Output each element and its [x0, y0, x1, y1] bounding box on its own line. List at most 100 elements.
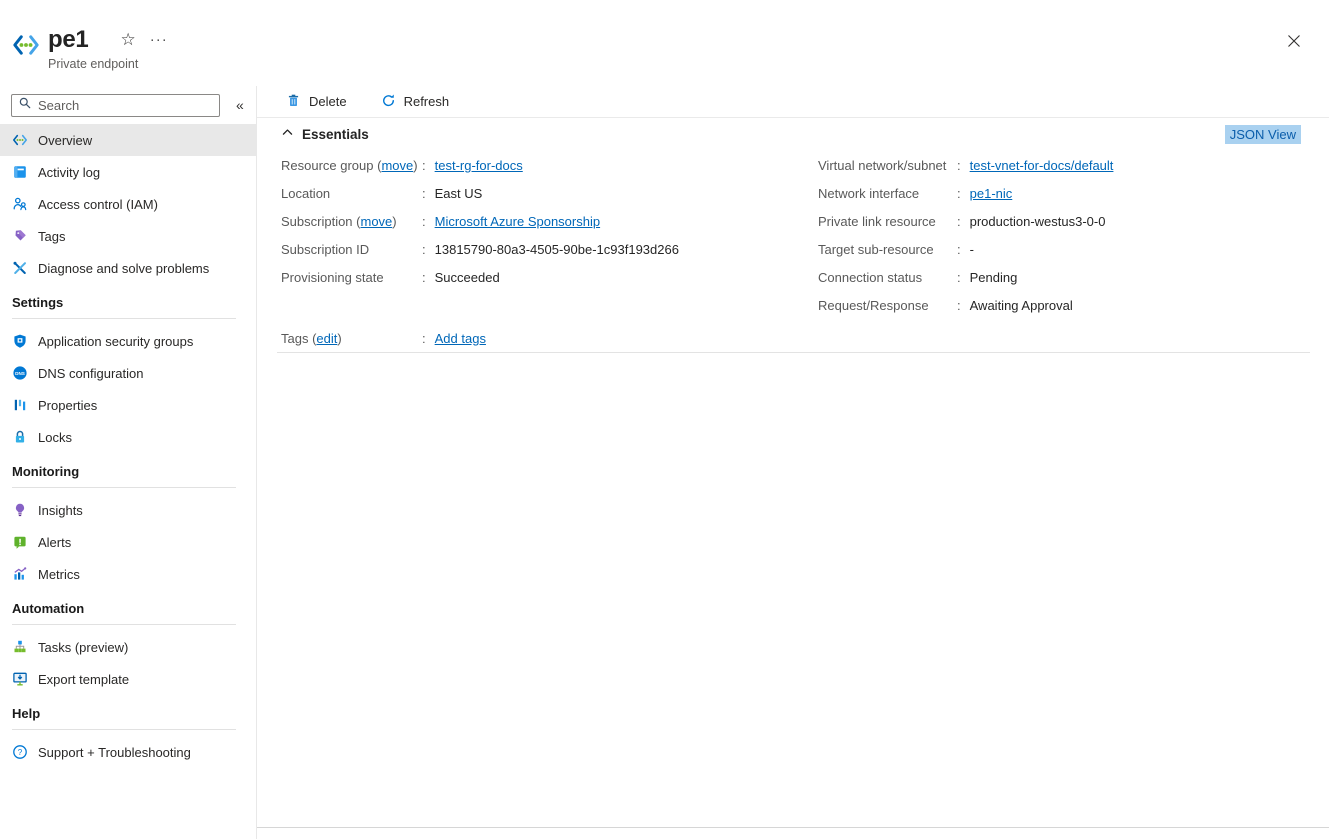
colon: : — [957, 270, 961, 285]
colon: : — [422, 214, 426, 229]
sidebar-item-label: Diagnose and solve problems — [38, 261, 209, 276]
sidebar-item-metrics[interactable]: Metrics — [0, 558, 256, 590]
json-view-link[interactable]: JSON View — [1225, 125, 1301, 144]
tags-row: Tags (edit):Add tags — [281, 324, 811, 352]
access-control-icon — [12, 196, 28, 212]
more-options-icon[interactable]: ··· — [150, 30, 168, 50]
colon: : — [957, 214, 961, 229]
field-label: Connection status — [818, 270, 957, 285]
sidebar-item-overview[interactable]: Overview — [0, 124, 256, 156]
essentials-title: Essentials — [302, 127, 369, 142]
page-title: pe1 — [48, 27, 88, 53]
sidebar-item-label: Overview — [38, 133, 92, 148]
essentials-row: Provisioning state:Succeeded — [281, 263, 811, 291]
sidebar-item-export-template[interactable]: Export template — [0, 663, 256, 695]
sidebar-item-label: Metrics — [38, 567, 80, 582]
essentials-right-column: Virtual network/subnet: test-vnet-for-doc… — [818, 151, 1308, 319]
sidebar-item-tasks-preview[interactable]: Tasks (preview) — [0, 631, 256, 663]
sidebar-section-title: Automation — [0, 598, 256, 620]
favorite-star-icon[interactable]: ☆ — [120, 30, 135, 50]
tag-icon — [12, 228, 28, 244]
sidebar-item-label: Locks — [38, 430, 72, 445]
sidebar-item-label: Application security groups — [38, 334, 193, 349]
field-value[interactable]: test-vnet-for-docs/default — [970, 158, 1114, 173]
essentials-row: Subscription (move):Microsoft Azure Spon… — [281, 207, 811, 235]
question-circle-icon: ? — [12, 744, 28, 760]
delete-button[interactable]: Delete — [286, 93, 347, 111]
field-value[interactable]: pe1-nic — [970, 186, 1013, 201]
delete-label: Delete — [309, 94, 347, 109]
refresh-button[interactable]: Refresh — [381, 93, 450, 111]
sidebar-item-label: Tags — [38, 229, 65, 244]
sidebar-item-activity-log[interactable]: Activity log — [0, 156, 256, 188]
tasks-icon — [12, 639, 28, 655]
field-label-link[interactable]: move — [360, 214, 392, 229]
essentials-left-column: Resource group (move):test-rg-for-docsLo… — [281, 151, 811, 291]
field-label: Network interface — [818, 186, 957, 201]
alert-icon — [12, 534, 28, 550]
field-label: Virtual network/subnet — [818, 158, 957, 173]
resource-type-label: Private endpoint — [48, 57, 168, 71]
field-value[interactable]: Microsoft Azure Sponsorship — [435, 214, 600, 229]
properties-icon — [12, 397, 28, 413]
refresh-icon — [381, 93, 396, 111]
essentials-row: Tags (edit):Add tags — [281, 324, 811, 352]
search-input[interactable] — [38, 98, 213, 113]
svg-text:DNS: DNS — [15, 371, 25, 376]
colon: : — [957, 242, 961, 257]
field-label: Target sub-resource — [818, 242, 957, 257]
field-label: Tags (edit) — [281, 331, 422, 346]
sidebar-item-label: Properties — [38, 398, 97, 413]
sidebar-item-label: Tasks (preview) — [38, 640, 128, 655]
sidebar-section-divider — [12, 624, 236, 625]
close-icon — [1286, 37, 1302, 52]
essentials-row: Network interface: pe1-nic — [818, 179, 1308, 207]
essentials-collapse-toggle[interactable]: Essentials — [281, 126, 369, 142]
essentials-row: Connection status:Pending — [818, 263, 1308, 291]
field-value: Succeeded — [435, 270, 500, 285]
content-bottom-divider — [257, 827, 1329, 828]
sidebar-item-label: Activity log — [38, 165, 100, 180]
field-value[interactable]: test-rg-for-docs — [435, 158, 523, 173]
colon: : — [422, 158, 426, 173]
collapse-sidebar-button[interactable]: « — [232, 95, 248, 115]
page-header: pe1 ☆ ··· Private endpoint — [0, 0, 1329, 86]
field-label: Provisioning state — [281, 270, 422, 285]
sidebar-item-alerts[interactable]: Alerts — [0, 526, 256, 558]
colon: : — [957, 186, 961, 201]
field-label-link[interactable]: edit — [316, 331, 337, 346]
field-value: East US — [435, 186, 483, 201]
refresh-label: Refresh — [404, 94, 450, 109]
search-icon — [18, 96, 32, 115]
sidebar-item-diagnose-and-solve-problems[interactable]: Diagnose and solve problems — [0, 252, 256, 284]
field-label: Private link resource — [818, 214, 957, 229]
field-value[interactable]: Add tags — [435, 331, 486, 346]
metrics-icon — [12, 566, 28, 582]
essentials-row: Location:East US — [281, 179, 811, 207]
field-label-link[interactable]: move — [381, 158, 413, 173]
sidebar-item-tags[interactable]: Tags — [0, 220, 256, 252]
sidebar-item-support-troubleshooting[interactable]: ?Support + Troubleshooting — [0, 736, 256, 768]
essentials-row: Virtual network/subnet:test-vnet-for-doc… — [818, 151, 1308, 179]
sidebar-item-label: Export template — [38, 672, 129, 687]
sidebar-item-access-control-iam[interactable]: Access control (IAM) — [0, 188, 256, 220]
sidebar-item-dns-configuration[interactable]: DNS DNS configuration — [0, 357, 256, 389]
essentials-row: Private link resource: production-westus3… — [818, 207, 1308, 235]
private-endpoint-icon — [12, 132, 28, 148]
header-text: pe1 ☆ ··· Private endpoint — [48, 27, 168, 71]
essentials-row: Target sub-resource:- — [818, 235, 1308, 263]
sidebar-item-application-security-groups[interactable]: Application security groups — [0, 325, 256, 357]
search-box[interactable] — [11, 94, 220, 117]
delete-icon — [286, 93, 301, 111]
sidebar-item-properties[interactable]: Properties — [0, 389, 256, 421]
sidebar-item-locks[interactable]: Locks — [0, 421, 256, 453]
content-pane: Delete Refresh Essentials JSON View — [257, 86, 1329, 839]
essentials-bottom-divider — [277, 352, 1310, 353]
sidebar-item-insights[interactable]: Insights — [0, 494, 256, 526]
field-value: Awaiting Approval — [970, 298, 1073, 313]
sidebar-section-title: Help — [0, 703, 256, 725]
sidebar-item-label: DNS configuration — [38, 366, 144, 381]
field-value: - — [970, 242, 974, 257]
field-value: production-westus3-0-0 — [970, 214, 1106, 229]
close-button[interactable] — [1285, 33, 1303, 51]
